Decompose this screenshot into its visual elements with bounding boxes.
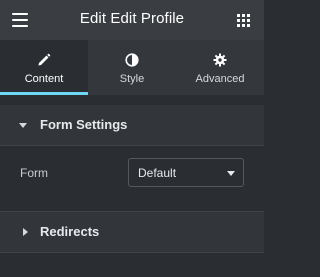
- redirects-section[interactable]: Redirects: [0, 212, 264, 252]
- tab-content[interactable]: Content: [0, 40, 88, 95]
- caret-right-icon: [23, 228, 28, 236]
- active-tab-indicator: [0, 92, 88, 95]
- form-select-value: Default: [138, 166, 177, 180]
- top-bar: Edit Edit Profile: [0, 0, 264, 40]
- tab-content-label: Content: [24, 73, 64, 85]
- form-settings-header[interactable]: Form Settings: [0, 105, 264, 145]
- grid-apps-icon[interactable]: [237, 14, 250, 27]
- half-circle-icon: [125, 53, 139, 67]
- tab-advanced[interactable]: Advanced: [176, 40, 264, 95]
- form-label: Form: [20, 166, 48, 180]
- divider: [0, 252, 264, 253]
- gear-icon: [213, 53, 227, 67]
- pencil-icon: [38, 53, 51, 66]
- form-select[interactable]: Default: [128, 158, 244, 187]
- form-control-row: Form Default: [0, 146, 264, 200]
- section-title: Redirects: [40, 224, 100, 239]
- tab-style-label: Style: [119, 73, 145, 85]
- form-settings-section[interactable]: Form Settings: [0, 105, 264, 145]
- tab-advanced-label: Advanced: [195, 73, 245, 85]
- redirects-header[interactable]: Redirects: [0, 212, 264, 252]
- panel-tabs: Content Style Advanced: [0, 40, 264, 95]
- section-title: Form Settings: [40, 117, 128, 132]
- page-title: Edit Edit Profile: [79, 10, 185, 27]
- tab-style[interactable]: Style: [88, 40, 176, 95]
- caret-down-icon: [19, 123, 27, 128]
- chevron-down-icon: [227, 171, 235, 176]
